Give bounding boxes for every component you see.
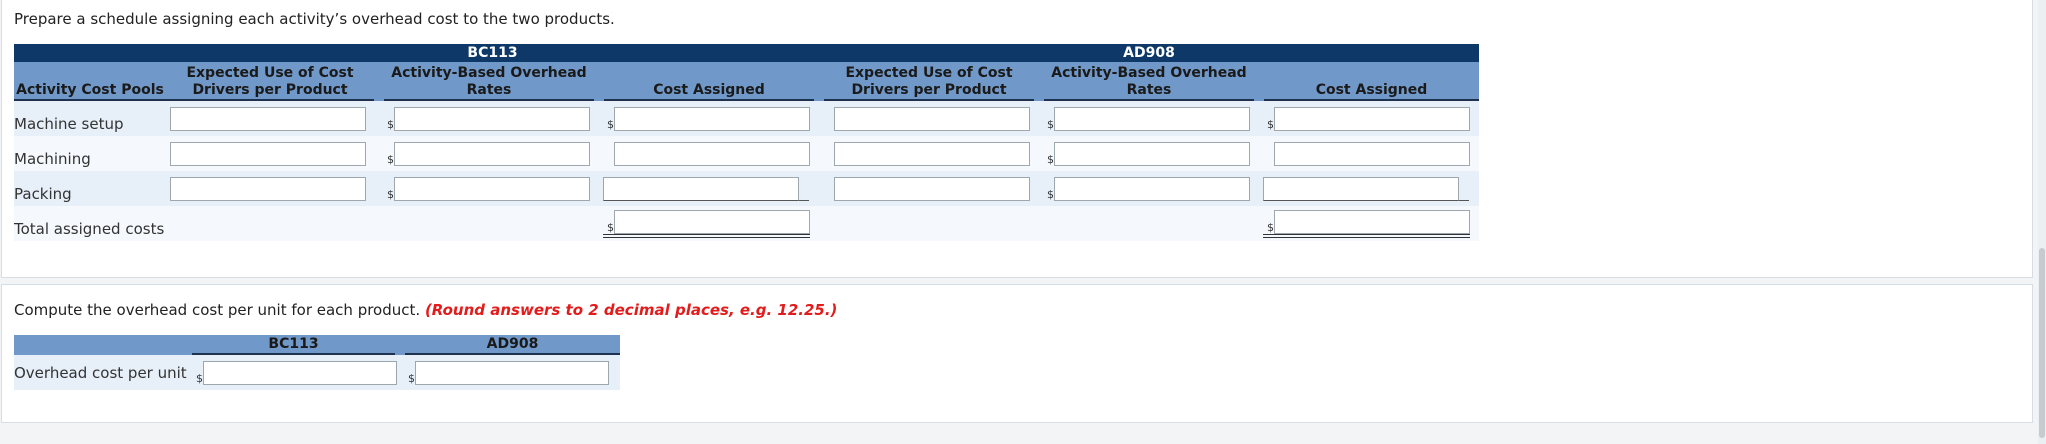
rate-ad908-packing[interactable] (1054, 176, 1250, 201)
row-label-overhead-cost-per-unit: Overhead cost per unit (14, 354, 192, 390)
currency-symbol: $ (387, 152, 394, 166)
overhead-schedule-table: BC113 AD908 Activity Cost Pools Expected… (14, 44, 1479, 241)
cost-assigned-bc113-machining[interactable] (614, 141, 810, 166)
row-label-total-assigned-costs: Total assigned costs (14, 206, 166, 241)
cost-assigned-ad908-packing[interactable] (1263, 176, 1459, 201)
underline-mark (799, 199, 809, 201)
currency-symbol: $ (1267, 220, 1274, 234)
unit-cost-table: BC113 AD908 Overhead cost per unit $ $ (14, 335, 620, 390)
col-activity-cost-pools: Activity Cost Pools (14, 62, 166, 101)
expected-use-bc113-machining[interactable] (170, 141, 366, 166)
rounding-hint: (Round answers to 2 decimal places, e.g.… (424, 301, 838, 319)
table-row: Overhead cost per unit $ $ (14, 354, 620, 390)
row-label-packing: Packing (14, 171, 166, 206)
table-row: Machining $ $ (14, 136, 1479, 171)
col-expected-use-bc113: Expected Use of Cost Drivers per Product (166, 62, 379, 101)
product-header-ad908: AD908 (819, 44, 1479, 62)
total-cost-ad908[interactable] (1274, 209, 1470, 234)
unit-col-bc113: BC113 (192, 335, 400, 355)
underline-mark (1459, 199, 1469, 201)
col-cost-assigned-ad908: Cost Assigned (1254, 62, 1479, 101)
expected-use-bc113-machine-setup[interactable] (170, 106, 366, 131)
unit-cost-instruction-text: Compute the overhead cost per unit for e… (14, 301, 421, 319)
table-row-total: Total assigned costs $ $ (14, 206, 1479, 241)
overhead-per-unit-bc113[interactable] (203, 360, 397, 385)
currency-symbol: $ (387, 117, 394, 131)
table-row: Machine setup $ $ $ $ (14, 100, 1479, 136)
row-label-machining: Machining (14, 136, 166, 171)
expected-use-ad908-packing[interactable] (834, 176, 1030, 201)
expected-use-ad908-machine-setup[interactable] (834, 106, 1030, 131)
rate-ad908-machine-setup[interactable] (1054, 106, 1250, 131)
expected-use-bc113-packing[interactable] (170, 176, 366, 201)
scrollbar-thumb[interactable] (2039, 248, 2045, 438)
rate-bc113-machining[interactable] (394, 141, 590, 166)
cost-assigned-bc113-packing[interactable] (603, 176, 799, 201)
unit-col-ad908: AD908 (395, 335, 620, 355)
expected-use-ad908-machining[interactable] (834, 141, 1030, 166)
currency-symbol: $ (387, 187, 394, 201)
currency-symbol: $ (607, 117, 614, 131)
rate-bc113-machine-setup[interactable] (394, 106, 590, 131)
currency-symbol: $ (196, 371, 203, 385)
currency-symbol: $ (1047, 117, 1054, 131)
row-label-machine-setup: Machine setup (14, 100, 166, 136)
total-double-underline: $ (1263, 209, 1470, 238)
col-rates-ad908: Activity-Based Overhead Rates (1034, 62, 1259, 101)
page-scrollbar[interactable] (2038, 0, 2046, 444)
currency-symbol: $ (607, 220, 614, 234)
rate-bc113-packing[interactable] (394, 176, 590, 201)
schedule-instruction: Prepare a schedule assigning each activi… (14, 10, 615, 28)
cost-assigned-bc113-machine-setup[interactable] (614, 106, 810, 131)
product-header-bc113: BC113 (166, 44, 819, 62)
rate-ad908-machining[interactable] (1054, 141, 1250, 166)
currency-symbol: $ (408, 371, 415, 385)
col-expected-use-ad908: Expected Use of Cost Drivers per Product (814, 62, 1039, 101)
total-cost-bc113[interactable] (614, 209, 810, 234)
total-double-underline: $ (603, 209, 810, 238)
table-row: Packing $ $ (14, 171, 1479, 206)
currency-symbol: $ (1047, 187, 1054, 201)
cost-assigned-ad908-machining[interactable] (1274, 141, 1470, 166)
overhead-per-unit-ad908[interactable] (415, 360, 609, 385)
cost-assigned-ad908-machine-setup[interactable] (1274, 106, 1470, 131)
unit-cost-instruction: Compute the overhead cost per unit for e… (14, 301, 837, 319)
currency-symbol: $ (1047, 152, 1054, 166)
col-cost-assigned-bc113: Cost Assigned (594, 62, 819, 101)
col-rates-bc113: Activity-Based Overhead Rates (374, 62, 599, 101)
currency-symbol: $ (1267, 117, 1274, 131)
